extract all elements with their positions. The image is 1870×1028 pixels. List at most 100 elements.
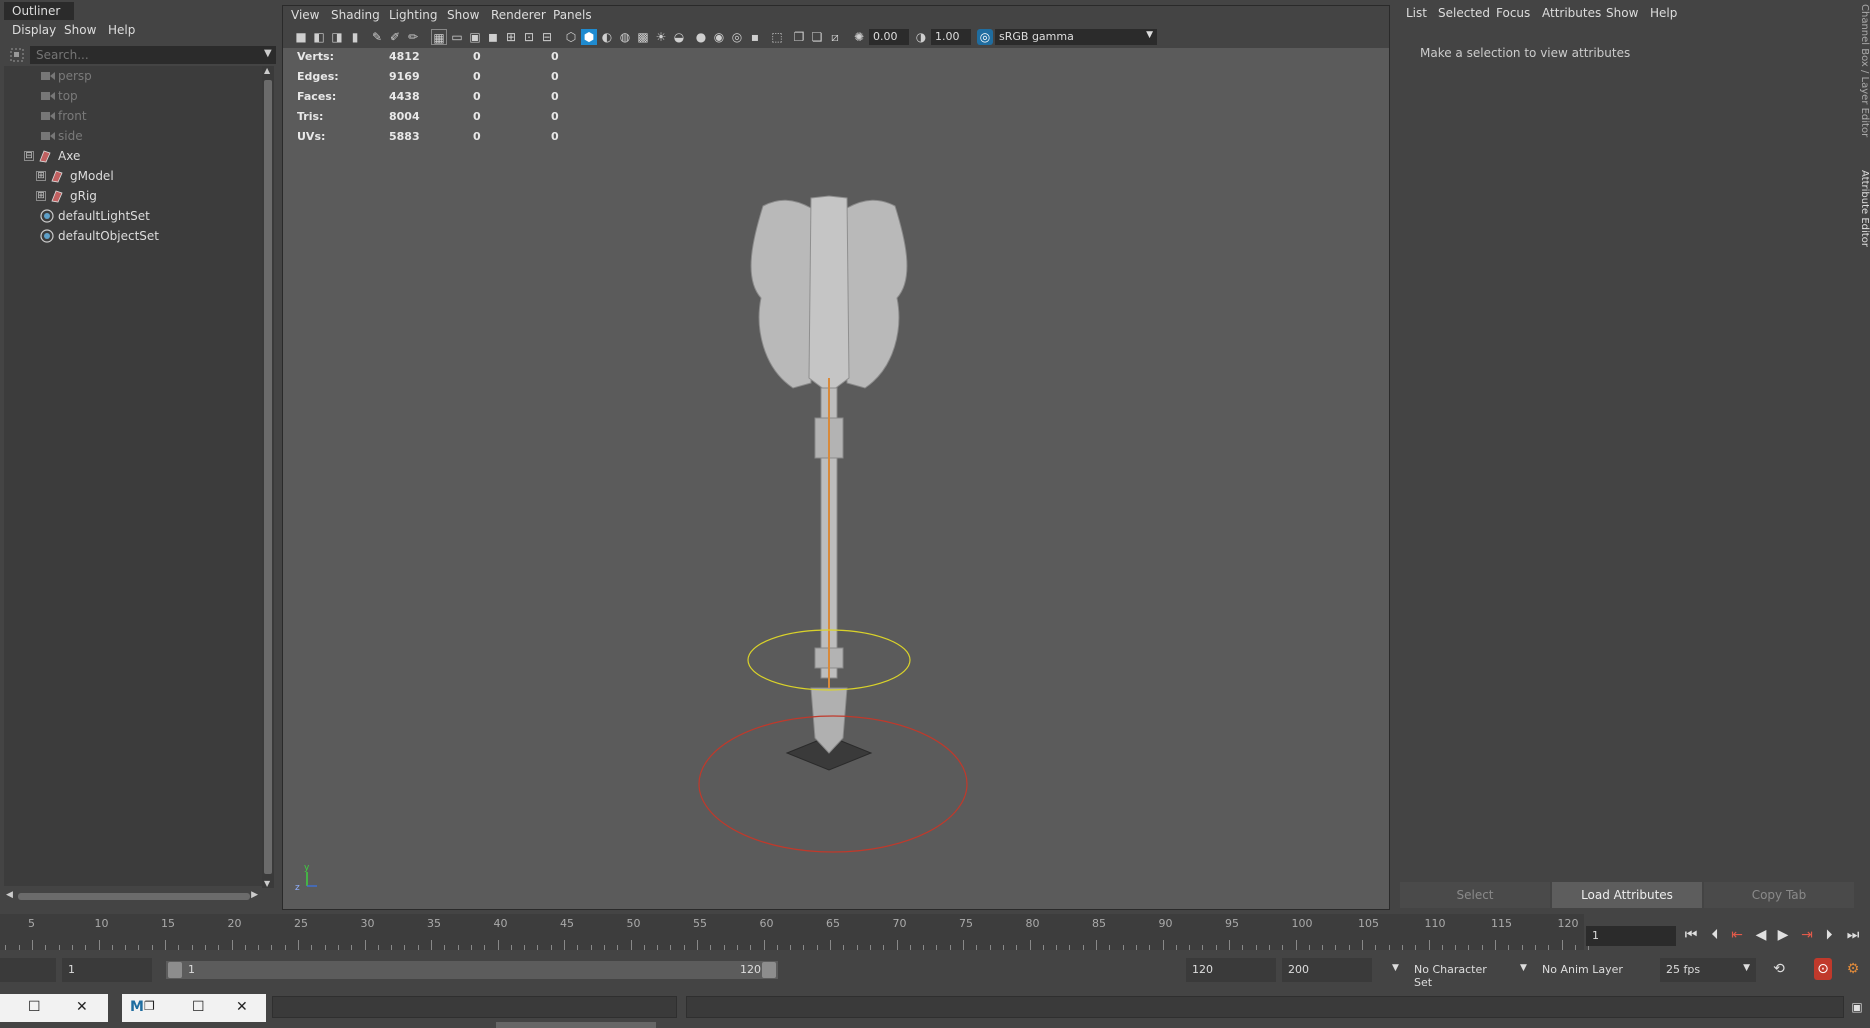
tree-item-defaultlightset[interactable]: defaultLightSet bbox=[4, 206, 254, 226]
gate-mask-icon[interactable]: ◼ bbox=[485, 29, 501, 45]
image-plane-icon[interactable]: ▮ bbox=[347, 29, 363, 45]
expand-icon[interactable]: ⊞ bbox=[36, 191, 46, 201]
tree-item-front[interactable]: front bbox=[4, 106, 254, 126]
camera-attributes-icon[interactable]: ◧ bbox=[311, 29, 327, 45]
gamma-icon[interactable]: ◑ bbox=[913, 29, 929, 45]
attribute-editor-tab[interactable]: Attribute Editor bbox=[1858, 170, 1870, 256]
copy-tab-button[interactable]: Copy Tab bbox=[1704, 882, 1854, 908]
menu-shading[interactable]: Shading bbox=[331, 8, 380, 22]
auto-key-icon[interactable]: ⊙ bbox=[1814, 958, 1832, 980]
scroll-left-icon[interactable]: ◀ bbox=[6, 890, 13, 900]
current-frame-field[interactable]: 1 bbox=[1586, 926, 1676, 946]
fps-dropdown[interactable]: 25 fps ▼ bbox=[1660, 958, 1756, 982]
go-to-start-icon[interactable]: ⏮ bbox=[1682, 924, 1700, 946]
anim-layer-dropdown[interactable]: ▼ No Anim Layer bbox=[1512, 958, 1632, 982]
time-slider[interactable]: 5 10 15 20 25 30 35 40 45 50 55 60 65 70 75 80 85 90 95 100… bbox=[0, 914, 1870, 954]
scroll-thumb[interactable] bbox=[18, 893, 250, 900]
motion-blur-icon[interactable]: ◉ bbox=[711, 29, 727, 45]
loop-icon[interactable]: ⟲ bbox=[1770, 958, 1788, 980]
menu-focus[interactable]: Focus bbox=[1496, 6, 1530, 20]
exposure-field[interactable]: 0.00 bbox=[869, 29, 909, 45]
screen-space-ao-icon[interactable]: ● bbox=[693, 29, 709, 45]
tree-item-side[interactable]: side bbox=[4, 126, 254, 146]
menu-renderer[interactable]: Renderer bbox=[491, 8, 546, 22]
depth-of-field-icon[interactable]: ▪ bbox=[747, 29, 763, 45]
menu-display[interactable]: Display bbox=[12, 23, 56, 37]
grid-icon[interactable]: ▦ bbox=[431, 29, 447, 45]
two-d-pan-icon[interactable]: ✎ bbox=[369, 29, 385, 45]
step-forward-frame-icon[interactable]: ⏵ bbox=[1820, 924, 1838, 946]
search-dropdown-icon[interactable]: ▼ bbox=[264, 48, 272, 59]
xray-joints-icon[interactable]: ⧄ bbox=[827, 29, 843, 45]
range-slider[interactable]: 1 120 bbox=[166, 961, 778, 979]
tree-item-defaultobjectset[interactable]: defaultObjectSet bbox=[4, 226, 254, 246]
menu-list[interactable]: List bbox=[1406, 6, 1427, 20]
collapse-icon[interactable]: ⊟ bbox=[24, 151, 34, 161]
maximize-icon[interactable]: ☐ bbox=[192, 999, 205, 1015]
time-slider-track[interactable]: 5 10 15 20 25 30 35 40 45 50 55 60 65 70 75 80 85 90 95 100… bbox=[0, 914, 1590, 950]
exposure-icon[interactable]: ✺ bbox=[851, 29, 867, 45]
minimized-window-tab[interactable]: ☐ ✕ bbox=[0, 994, 108, 1022]
tree-item-gmodel[interactable]: ⊞ gModel bbox=[4, 166, 254, 186]
animation-preferences-icon[interactable]: ⚙ bbox=[1844, 958, 1862, 980]
character-set-dropdown[interactable]: ▼ No Character Set bbox=[1384, 958, 1504, 989]
menu-view[interactable]: View bbox=[291, 8, 319, 22]
safe-action-icon[interactable]: ⊡ bbox=[521, 29, 537, 45]
playback-end-field[interactable]: 120 bbox=[1186, 958, 1276, 982]
step-forward-key-icon[interactable]: ⇥ bbox=[1798, 924, 1816, 946]
bookmarks-icon[interactable]: ◨ bbox=[329, 29, 345, 45]
camera-select-icon[interactable]: ■ bbox=[293, 29, 309, 45]
menu-attributes[interactable]: Attributes bbox=[1542, 6, 1601, 20]
scroll-right-icon[interactable]: ▶ bbox=[251, 890, 258, 900]
xray-active-components-icon[interactable]: ❏ bbox=[809, 29, 825, 45]
close-icon[interactable]: ✕ bbox=[236, 999, 248, 1015]
close-icon[interactable]: ✕ bbox=[76, 999, 88, 1015]
play-forwards-icon[interactable]: ▶ bbox=[1774, 924, 1792, 946]
color-management-icon[interactable]: ◎ bbox=[977, 29, 993, 45]
viewport-panel[interactable]: View Shading Lighting Show Renderer Pane… bbox=[282, 5, 1390, 910]
script-editor-icon[interactable]: ▣ bbox=[1848, 996, 1866, 1018]
animation-end-field[interactable]: 200 bbox=[1282, 958, 1372, 982]
search-input[interactable] bbox=[30, 46, 276, 64]
restore-icon[interactable]: ☐ bbox=[28, 999, 41, 1015]
film-gate-icon[interactable]: ▭ bbox=[449, 29, 465, 45]
field-chart-icon[interactable]: ⊞ bbox=[503, 29, 519, 45]
placeholder-field[interactable] bbox=[0, 958, 56, 982]
use-all-lights-icon[interactable]: ☀ bbox=[653, 29, 669, 45]
tree-item-persp[interactable]: persp bbox=[4, 66, 254, 86]
menu-show[interactable]: Show bbox=[1606, 6, 1638, 20]
scroll-thumb[interactable] bbox=[264, 80, 272, 874]
tree-item-axe[interactable]: ⊟ Axe bbox=[4, 146, 254, 166]
go-to-end-icon[interactable]: ⏭ bbox=[1844, 924, 1862, 946]
step-back-key-icon[interactable]: ⇤ bbox=[1728, 924, 1746, 946]
menu-show[interactable]: Show bbox=[447, 8, 479, 22]
command-line-input[interactable] bbox=[272, 996, 677, 1018]
outliner-vertical-scrollbar[interactable]: ▲ ▼ bbox=[262, 66, 274, 888]
select-button[interactable]: Select bbox=[1400, 882, 1550, 908]
resolution-gate-icon[interactable]: ▣ bbox=[467, 29, 483, 45]
grease-pencil-icon[interactable]: ✐ bbox=[387, 29, 403, 45]
shadows-icon[interactable]: ◒ bbox=[671, 29, 687, 45]
menu-selected[interactable]: Selected bbox=[1438, 6, 1490, 20]
menu-help[interactable]: Help bbox=[108, 23, 135, 37]
menu-help[interactable]: Help bbox=[1650, 6, 1677, 20]
anti-aliasing-icon[interactable]: ◎ bbox=[729, 29, 745, 45]
wireframe-icon[interactable]: ⬡ bbox=[563, 29, 579, 45]
wireframe-on-shaded-icon[interactable]: ◍ bbox=[617, 29, 633, 45]
outliner-horizontal-scrollbar[interactable]: ◀ ▶ bbox=[6, 890, 258, 902]
xray-icon[interactable]: ❐ bbox=[791, 29, 807, 45]
animation-start-field[interactable]: 1 bbox=[62, 958, 152, 982]
expand-icon[interactable]: ⊞ bbox=[36, 171, 46, 181]
menu-panels[interactable]: Panels bbox=[553, 8, 592, 22]
color-space-dropdown[interactable]: sRGB gamma ▼ bbox=[995, 29, 1157, 45]
maya-window-tab[interactable]: M ❐ ☐ ✕ bbox=[122, 994, 266, 1022]
restore-down-icon[interactable]: ❐ bbox=[144, 999, 155, 1013]
search-filter-icon[interactable] bbox=[8, 46, 26, 64]
safe-title-icon[interactable]: ⊟ bbox=[539, 29, 555, 45]
scroll-up-icon[interactable]: ▲ bbox=[264, 66, 270, 75]
default-material-icon[interactable]: ◐ bbox=[599, 29, 615, 45]
textured-icon[interactable]: ▩ bbox=[635, 29, 651, 45]
step-back-frame-icon[interactable]: ⏴ bbox=[1706, 924, 1724, 946]
scroll-down-icon[interactable]: ▼ bbox=[264, 879, 270, 888]
channel-box-tab[interactable]: Channel Box / Layer Editor bbox=[1858, 4, 1870, 144]
